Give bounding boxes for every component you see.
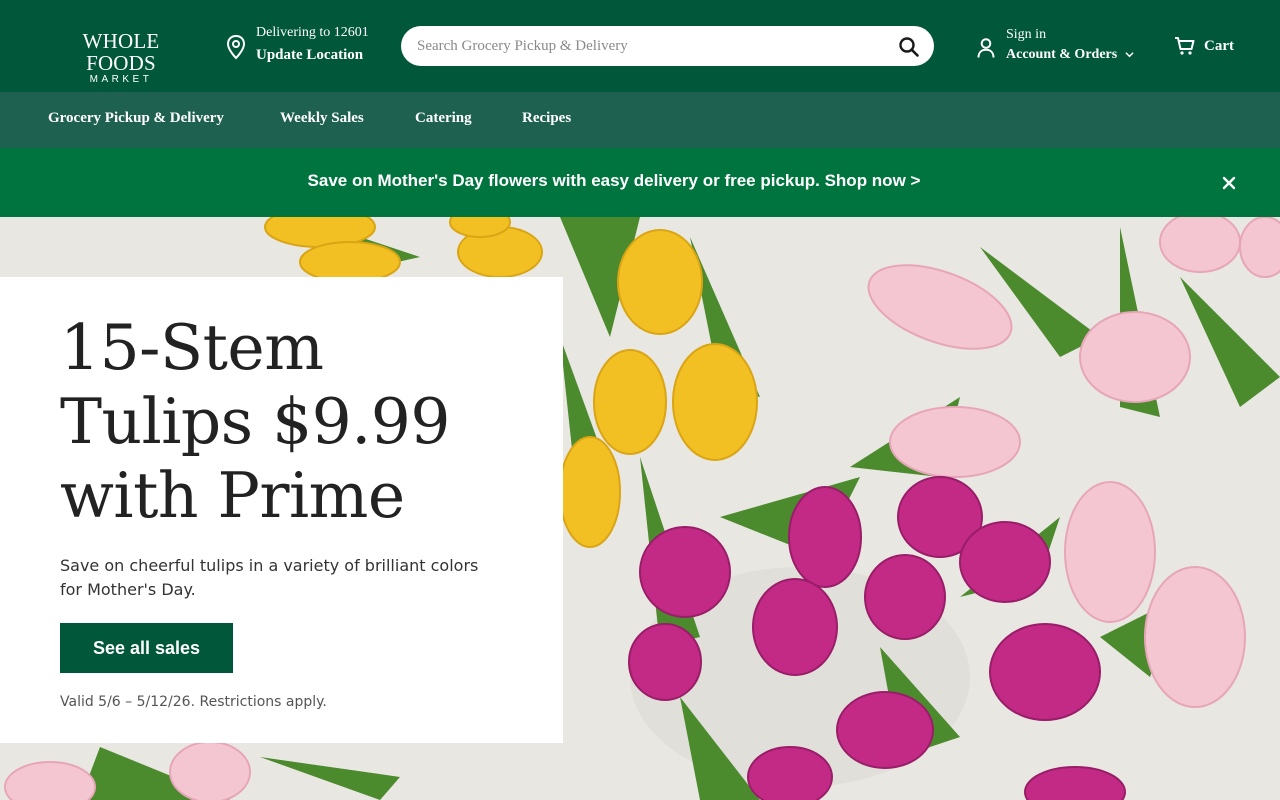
nav-recipes[interactable]: Recipes <box>522 110 571 127</box>
search-bar <box>401 26 934 66</box>
whole-foods-logo[interactable]: WHOLE FOODS MARKET <box>48 30 194 86</box>
location-pin-icon[interactable] <box>225 34 247 60</box>
hero-description: Save on cheerful tulips in a variety of … <box>60 556 479 599</box>
account-menu[interactable]: Sign in Account & Orders <box>1006 26 1134 66</box>
cart-icon <box>1175 37 1195 55</box>
account-orders-dropdown[interactable]: Account & Orders <box>1006 44 1134 66</box>
delivering-to-text: Delivering to 12601 <box>256 25 369 40</box>
top-header: WHOLE FOODS MARKET Delivering to 12601 U… <box>0 0 1280 92</box>
hero-banner[interactable]: 15-Stem Tulips $9.99 with Prime Save on … <box>0 217 1280 800</box>
hero-headline: 15-Stem Tulips $9.99 with Prime <box>60 311 450 532</box>
nav-catering[interactable]: Catering <box>415 110 472 127</box>
nav-weekly-sales[interactable]: Weekly Sales <box>280 110 364 127</box>
promo-banner: Save on Mother's Day flowers with easy d… <box>0 148 1280 217</box>
validity-note: Valid 5/6 – 5/12/26. Restrictions apply. <box>60 694 327 710</box>
cart-button[interactable]: Cart <box>1174 36 1234 56</box>
nav-grocery-pickup-delivery[interactable]: Grocery Pickup & Delivery <box>48 110 224 127</box>
update-location-link[interactable]: Update Location <box>256 42 369 68</box>
account-icon[interactable] <box>976 37 996 59</box>
delivery-location[interactable]: Delivering to 12601 Update Location <box>256 24 369 68</box>
promo-card: 15-Stem Tulips $9.99 with Prime Save on … <box>0 277 563 743</box>
main-nav: Grocery Pickup & Delivery Weekly Sales C… <box>0 92 1280 148</box>
cart-label: Cart <box>1204 37 1234 54</box>
logo-subtitle: MARKET <box>89 74 153 85</box>
account-orders-label: Account & Orders <box>1006 47 1118 62</box>
close-icon[interactable] <box>1222 176 1236 190</box>
logo-wordmark: WHOLE FOODS <box>82 29 160 75</box>
search-input[interactable] <box>417 26 887 66</box>
promo-message-link[interactable]: Save on Mother's Day flowers with easy d… <box>0 171 1228 191</box>
sign-in-text: Sign in <box>1006 27 1047 42</box>
chevron-down-icon <box>1125 52 1134 58</box>
search-icon[interactable] <box>898 36 920 58</box>
see-all-sales-button[interactable]: See all sales <box>60 623 233 673</box>
